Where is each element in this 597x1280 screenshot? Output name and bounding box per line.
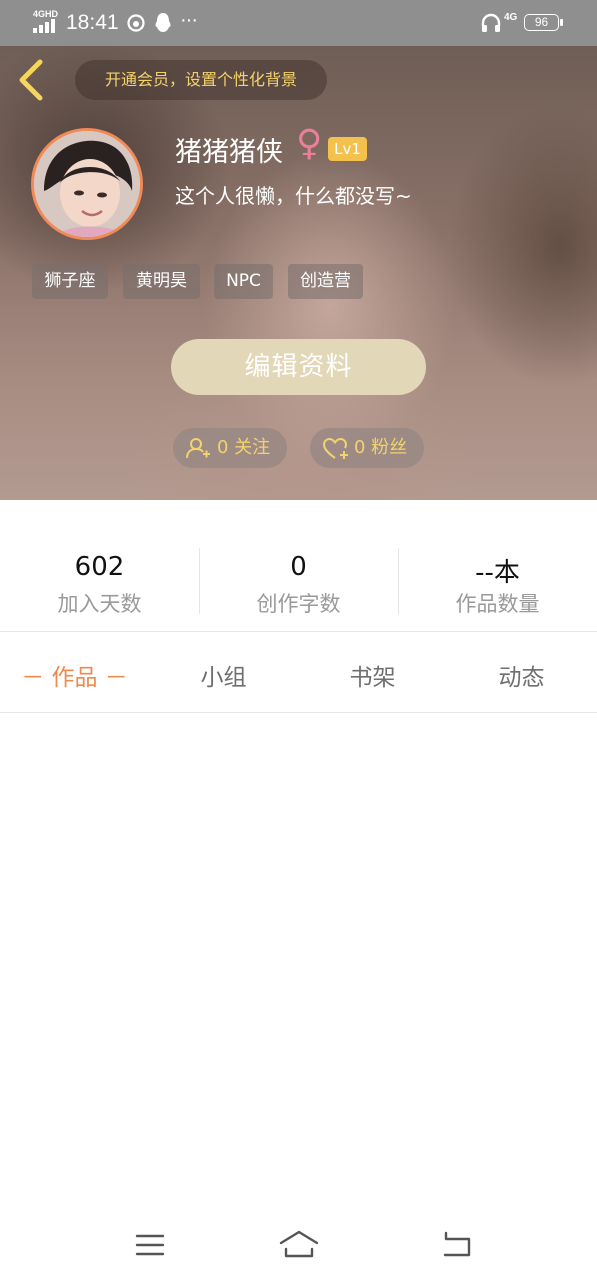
vip-background-prompt[interactable]: 开通会员，设置个性化背景	[75, 60, 327, 100]
network-type-right: 4G	[504, 12, 518, 23]
tab-works[interactable]: － 作品 －	[0, 658, 149, 692]
tag-chip[interactable]: 黄明昊	[123, 264, 200, 299]
tag-chip[interactable]: NPC	[214, 264, 273, 299]
more-notifications: ···	[180, 9, 198, 31]
battery-icon: 96	[524, 14, 559, 31]
heart-add-icon	[322, 437, 348, 459]
following-label: 0 关注	[217, 437, 271, 458]
home-icon[interactable]	[278, 1229, 320, 1259]
word-count-value: 0	[290, 552, 307, 582]
profile-header: 开通会员，设置个性化背景 猪猪猪侠 ♀ Lv1 这个人很懒，什么都没写~ 狮子座…	[0, 46, 597, 500]
battery-tip	[560, 19, 563, 26]
works-count-value: --本	[475, 558, 520, 588]
female-gender-icon: ♀	[296, 123, 323, 164]
signal-icon	[33, 19, 55, 33]
status-bar: 4GHD 18:41 ··· 4G 96	[0, 0, 597, 46]
bio: 这个人很懒，什么都没写~	[175, 184, 412, 208]
tab-groups[interactable]: 小组	[149, 658, 298, 692]
following-button[interactable]: 0 关注	[173, 428, 287, 468]
battery-level: 96	[534, 15, 549, 29]
clock: 18:41	[66, 11, 119, 34]
username: 猪猪猪侠	[175, 137, 283, 168]
headphones-icon	[481, 13, 501, 32]
join-days-label: 加入天数	[57, 592, 142, 616]
network-type: 4GHD	[33, 9, 59, 19]
join-days-value: 602	[74, 552, 125, 582]
avatar[interactable]	[31, 128, 143, 240]
qq-icon	[155, 13, 171, 32]
back-arrow-icon[interactable]	[16, 58, 46, 102]
followers-button[interactable]: 0 粉丝	[310, 428, 424, 468]
weibo-icon	[127, 14, 145, 32]
avatar-portrait-image	[34, 131, 140, 237]
back-icon[interactable]	[440, 1230, 472, 1258]
followers-label: 0 粉丝	[354, 437, 408, 458]
tab-bookshelf[interactable]: 书架	[298, 658, 447, 692]
tag-chip[interactable]: 创造营	[288, 264, 363, 299]
edit-profile-button[interactable]: 编辑资料	[171, 339, 426, 395]
level-badge: Lv1	[328, 137, 367, 161]
menu-icon[interactable]	[135, 1233, 165, 1257]
divider	[0, 631, 597, 632]
works-count-label: 作品数量	[455, 592, 540, 616]
word-count-label: 创作字数	[256, 592, 341, 616]
divider	[0, 712, 597, 713]
tab-activity[interactable]: 动态	[447, 658, 596, 692]
tag-chip[interactable]: 狮子座	[32, 264, 108, 299]
user-add-icon	[186, 438, 210, 459]
